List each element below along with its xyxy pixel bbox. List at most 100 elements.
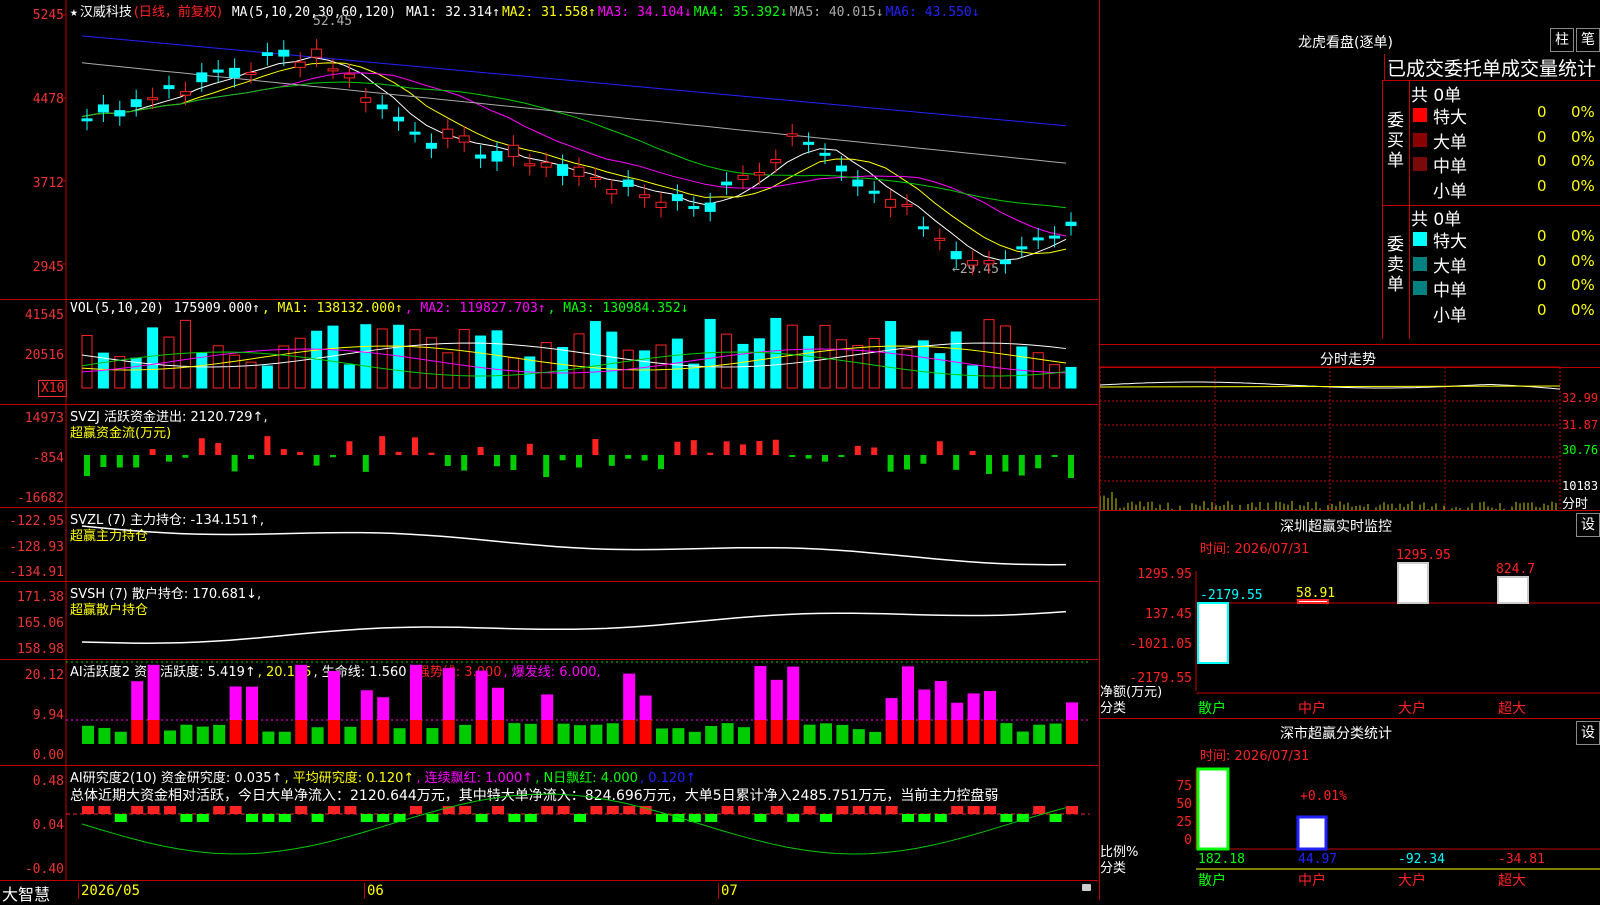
- candle: [622, 179, 634, 187]
- flow-bar: [166, 455, 172, 462]
- research-bar: [967, 806, 980, 814]
- candle: [786, 133, 798, 137]
- row-pct: 0%: [1571, 251, 1595, 270]
- activity-bar: [803, 724, 816, 744]
- activity-bar: [541, 694, 554, 720]
- svzl-chart[interactable]: [0, 508, 1098, 582]
- activity-bar: [328, 720, 340, 744]
- flow-bar: [133, 455, 140, 468]
- candle: [770, 158, 782, 164]
- svzj-chart[interactable]: [0, 405, 1098, 508]
- candle: [835, 165, 847, 172]
- activity-bar: [442, 668, 455, 720]
- activity-bar: [623, 720, 636, 744]
- flow-bar: [84, 455, 90, 477]
- svzl-panel[interactable]: SVZL (7) 主力持仓: -134.151↑, 超赢主力持仓 -122.95…: [0, 508, 1098, 582]
- activity-bar: [311, 727, 324, 744]
- flow-bar: [887, 455, 894, 472]
- flow-bar: [658, 455, 664, 470]
- sz-class-section[interactable]: 深市超赢分类统计 设 时间: 2026/07/31 75 50 25 0 +0.…: [1100, 718, 1600, 901]
- ai-research-chart[interactable]: [0, 766, 1098, 880]
- research-bar: [360, 814, 373, 822]
- dragon-tabs[interactable]: 已成交委托单成交量统计: [1384, 54, 1596, 81]
- research-bar: [524, 814, 537, 822]
- research-bar: [557, 806, 570, 814]
- flow-bar: [986, 455, 992, 474]
- research-bar: [229, 806, 242, 814]
- activity-bar: [934, 681, 947, 720]
- flow-bar: [904, 455, 910, 470]
- ai-research-panel[interactable]: AI研究度2(10) 资金研究度: 0.035↑, 平均研究度: 0.120↑,…: [0, 766, 1098, 880]
- svsh-chart[interactable]: [0, 582, 1098, 660]
- flow-bar: [412, 437, 418, 455]
- volume-bar: [1065, 366, 1077, 389]
- svsh-panel[interactable]: SVSH (7) 散户持仓: 170.681↓, 超赢散户持仓 171.38 1…: [0, 582, 1098, 660]
- activity-bar: [229, 686, 242, 720]
- ai-activity-panel[interactable]: AI活跃度2 资金活跃度: 5.419↑, 20.125, 生命线: 1.560…: [0, 660, 1098, 766]
- svzj-panel[interactable]: SVZJ 活跃资金进出: 2120.729↑, 超赢资金流(万元) 14973 …: [0, 405, 1098, 508]
- activity-bar: [344, 726, 357, 744]
- research-bar: [590, 806, 603, 814]
- volume-bar: [360, 324, 372, 389]
- intraday-section[interactable]: 分时走势 32.99 31.87 30.76 10183 分时: [1100, 344, 1600, 512]
- tick-mode-button[interactable]: 笔: [1576, 28, 1600, 52]
- research-bar: [541, 806, 554, 814]
- volume-bar: [114, 356, 126, 389]
- dragon-title: 龙虎看盘(逐单): [1298, 35, 1393, 51]
- flow-bar: [608, 455, 615, 466]
- research-bar: [295, 806, 308, 814]
- row-count: 0: [1537, 152, 1547, 170]
- row-label: 小单: [1433, 305, 1467, 326]
- volume-bar: [606, 331, 618, 389]
- research-bar: [836, 806, 849, 814]
- flow-bar: [198, 438, 205, 455]
- flow-bar: [936, 441, 943, 455]
- candle: [376, 104, 388, 110]
- ai-activity-chart[interactable]: [0, 660, 1098, 766]
- lock-icon[interactable]: [1082, 884, 1091, 891]
- activity-bar: [918, 689, 931, 720]
- row-pct: 0%: [1571, 276, 1595, 294]
- research-bar: [114, 814, 127, 822]
- candle: [589, 176, 601, 180]
- volume-bar: [491, 330, 503, 389]
- sz-monitor-section[interactable]: 深圳超赢实时监控 设 时间: 2026/07/31 1295.95 137.45…: [1100, 510, 1600, 719]
- activity-bar: [180, 724, 193, 744]
- volume-chart[interactable]: [0, 300, 1098, 405]
- volume-panel[interactable]: VOL(5,10,20) 175909.000↑, MA1: 138132.00…: [0, 300, 1098, 405]
- row-count: 0: [1537, 276, 1547, 294]
- research-bar: [738, 806, 750, 814]
- volume-bar: [917, 340, 929, 389]
- category-label: 散户: [1198, 872, 1226, 889]
- candle: [901, 203, 913, 207]
- ratio-value: -92.34: [1398, 852, 1445, 867]
- bar-mode-button[interactable]: 柱: [1550, 28, 1574, 52]
- research-bar: [492, 806, 504, 814]
- volume-bar: [294, 337, 306, 389]
- volume-bar: [475, 335, 487, 389]
- activity-bar: [738, 727, 750, 744]
- kline-chart[interactable]: [0, 0, 1098, 300]
- category-label: 散户: [1198, 700, 1226, 717]
- volume-bar: [442, 352, 454, 389]
- row-count: 0: [1537, 103, 1547, 121]
- flow-bar: [789, 455, 796, 457]
- candle: [819, 152, 831, 156]
- app-brand: 大智慧: [2, 885, 51, 904]
- sz-monitor-chart[interactable]: -2179.55 58.91 1295.95 824.7 散户 中户 大户 超大: [1100, 511, 1600, 719]
- research-bar: [377, 814, 390, 822]
- avg-price-line: [1100, 385, 1561, 388]
- kline-panel[interactable]: ★ 汉威科技 (日线，前复权) MA(5,10,20,30,60,120) MA1:…: [0, 0, 1098, 300]
- candle: [655, 201, 667, 208]
- row-label: 中单: [1433, 157, 1467, 177]
- research-bar: [426, 814, 439, 822]
- activity-bar: [475, 670, 488, 720]
- volume-bar: [1032, 352, 1044, 389]
- activity-bar: [1066, 720, 1078, 744]
- sz-class-chart[interactable]: 182.18 44.97 -92.34 -34.81 散户 中户 大户 超大: [1100, 719, 1600, 901]
- ma-line: [81, 35, 1067, 127]
- intraday-chart[interactable]: [1100, 345, 1600, 511]
- row-pct: 0%: [1571, 300, 1595, 319]
- activity-bar: [787, 720, 800, 744]
- volume-bar: [507, 357, 519, 389]
